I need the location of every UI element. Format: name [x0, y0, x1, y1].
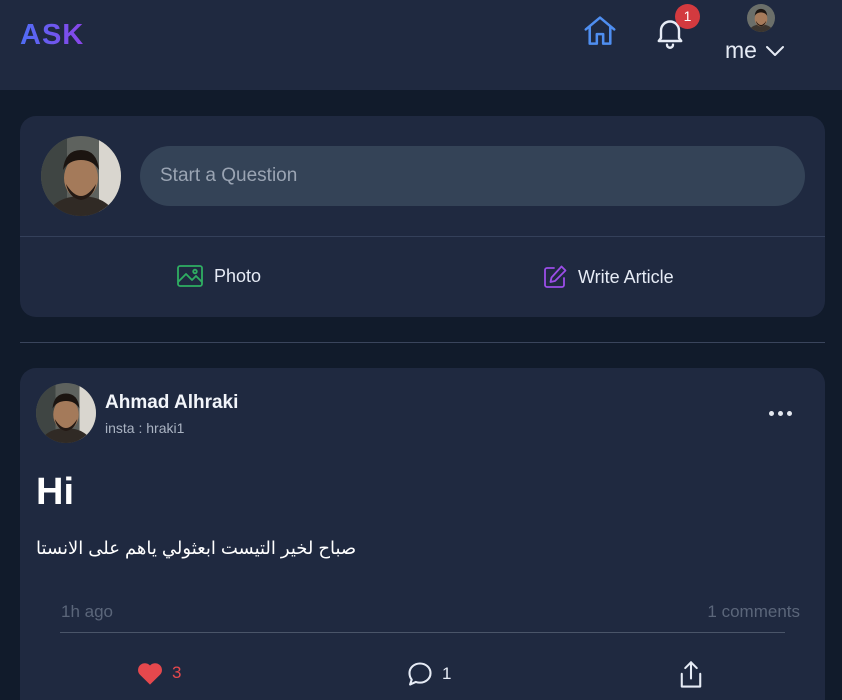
- like-button[interactable]: 3: [136, 660, 181, 686]
- more-dots-icon: [777, 410, 783, 416]
- write-article-button[interactable]: Write Article: [542, 264, 674, 290]
- photo-label: Photo: [214, 265, 262, 286]
- feed-divider: [20, 342, 825, 343]
- heart-icon: [138, 663, 162, 685]
- user-avatar[interactable]: [747, 4, 775, 32]
- top-navbar: ASK 1 me: [0, 0, 842, 90]
- author-subtitle: insta : hraki1: [105, 420, 185, 436]
- app-logo[interactable]: ASK: [20, 19, 84, 52]
- pencil-square-icon: [544, 265, 567, 288]
- profile-label: me: [725, 37, 757, 63]
- image-icon: [177, 265, 203, 287]
- profile-menu[interactable]: me: [725, 37, 785, 64]
- photo-button[interactable]: Photo: [176, 264, 261, 288]
- composer-avatar[interactable]: [41, 136, 121, 216]
- write-article-label: Write Article: [578, 266, 674, 287]
- avatar-photo: [41, 136, 121, 216]
- notification-badge: 1: [675, 4, 700, 29]
- home-icon: [584, 16, 616, 45]
- post-divider: [60, 632, 785, 633]
- home-button[interactable]: [581, 12, 619, 50]
- post-options-button[interactable]: [760, 398, 800, 428]
- post-title: Hi: [36, 471, 74, 513]
- post-timestamp: 1h ago: [61, 602, 113, 621]
- composer-divider: [20, 236, 825, 237]
- avatar-photo: [36, 383, 96, 443]
- post-card: Ahmad Alhraki insta : hraki1 Hi صباح لخي…: [20, 368, 825, 700]
- comment-count: 1: [442, 664, 452, 683]
- more-dots-icon: [786, 410, 792, 416]
- more-dots-icon: [768, 410, 774, 416]
- share-icon: [680, 661, 702, 688]
- author-avatar[interactable]: [36, 383, 96, 443]
- post-body: صباح لخير التيست ابعثولي ياهم على الانست…: [36, 538, 357, 558]
- question-input[interactable]: [140, 146, 805, 206]
- chevron-down-icon: [765, 45, 784, 56]
- like-count: 3: [172, 663, 182, 682]
- comment-button[interactable]: 1: [406, 660, 451, 688]
- author-name[interactable]: Ahmad Alhraki: [105, 392, 238, 414]
- avatar-photo: [747, 4, 775, 32]
- question-composer: Photo Write Article: [20, 116, 825, 317]
- comment-icon: [408, 662, 432, 686]
- comments-summary[interactable]: 1 comments: [707, 602, 800, 622]
- share-button[interactable]: [677, 660, 705, 690]
